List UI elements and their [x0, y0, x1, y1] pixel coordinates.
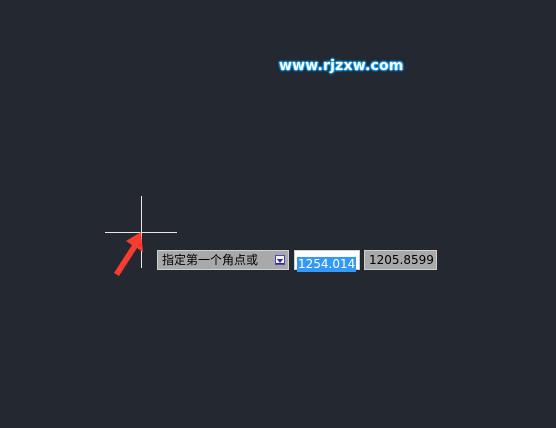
red-arrow-icon: [114, 232, 143, 276]
y-coordinate-input[interactable]: 1205.8599: [364, 250, 437, 270]
dropdown-options-icon[interactable]: [275, 255, 285, 265]
x-coordinate-input[interactable]: 1254.014: [294, 250, 360, 272]
x-coordinate-value: 1254.014: [297, 257, 357, 272]
command-prompt-label: 指定第一个角点或: [162, 253, 259, 267]
watermark-text: www.rjzxw.com: [279, 58, 404, 74]
command-prompt-box: 指定第一个角点或: [157, 250, 289, 270]
drawing-canvas[interactable]: [0, 0, 556, 428]
